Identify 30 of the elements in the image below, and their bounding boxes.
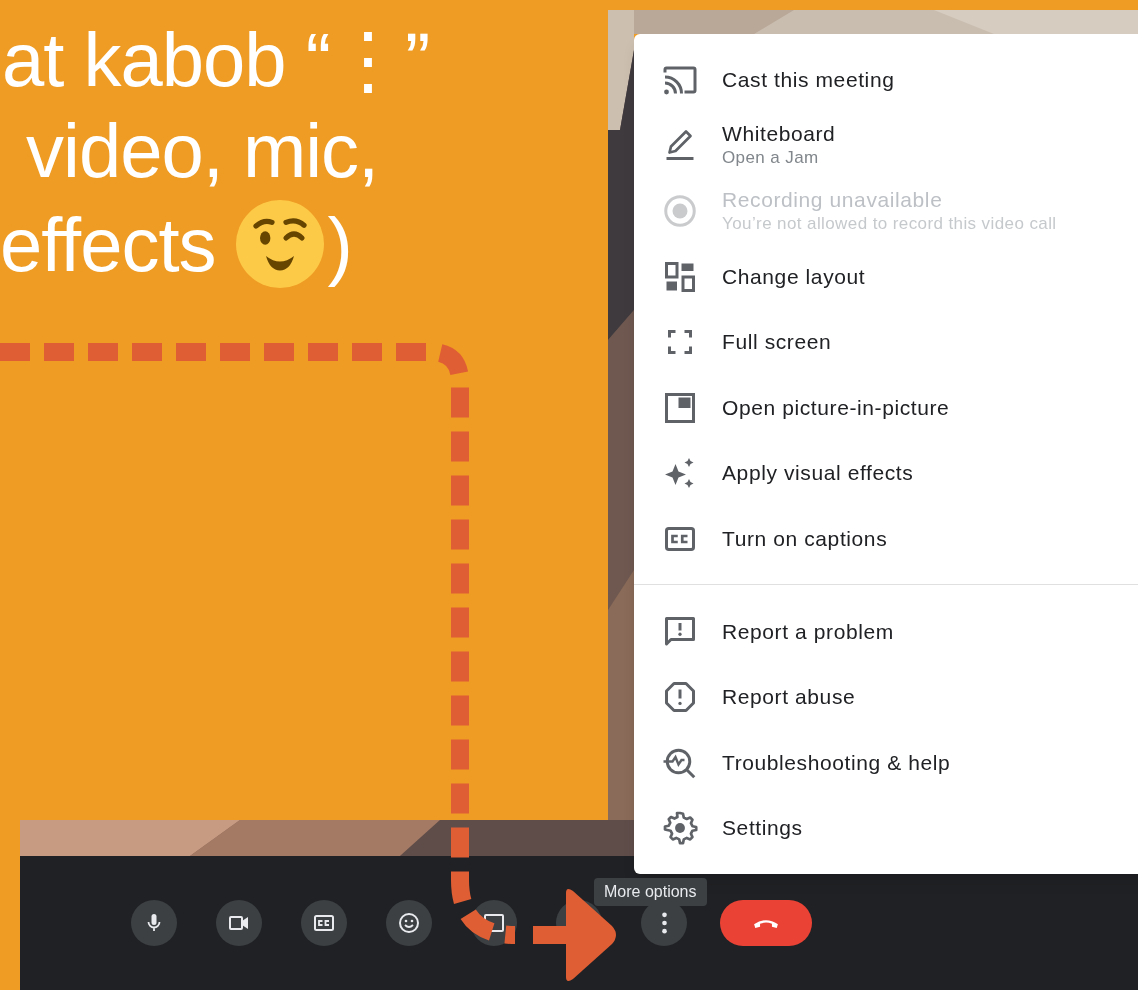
tooltip: More options xyxy=(594,878,707,906)
menu-item[interactable]: Troubleshooting & help xyxy=(722,749,951,776)
menu-item-description: You’re not allowed to record this video call xyxy=(722,213,1057,235)
more-options-icon xyxy=(660,911,668,935)
menu-item[interactable]: Settings xyxy=(722,815,803,842)
settings-icon xyxy=(662,810,698,847)
captions-button[interactable] xyxy=(301,900,347,946)
microphone-button[interactable] xyxy=(131,900,177,946)
menu-item[interactable]: Whiteboard xyxy=(722,121,836,148)
menu-item[interactable]: Apply visual effects xyxy=(722,460,914,487)
heading-text: video, mic, xyxy=(26,107,379,195)
menu-item[interactable]: Report abuse xyxy=(722,684,856,711)
heading-text: effects xyxy=(0,200,216,289)
heading-text: ) xyxy=(327,200,352,289)
menu-item[interactable]: Change layout xyxy=(722,263,866,290)
menu-item[interactable]: Open picture-in-picture xyxy=(722,394,950,421)
menu-item-description: Open a Jam xyxy=(722,147,820,170)
smiley-icon xyxy=(397,911,421,935)
menu-item[interactable]: Full screen xyxy=(722,329,832,356)
heading-text: at kabob “⋮” xyxy=(2,16,430,104)
menu-item[interactable]: Cast this meeting xyxy=(722,66,895,93)
present-screen-icon xyxy=(482,911,506,935)
record-icon xyxy=(662,193,698,229)
video-camera-button[interactable] xyxy=(216,900,262,946)
menu-item[interactable]: Turn on captions xyxy=(722,525,888,552)
end-call-button[interactable] xyxy=(720,900,812,946)
phone-icon xyxy=(752,918,780,928)
menu-item[interactable]: Report a problem xyxy=(722,618,894,645)
menu-item: Recording unavailable xyxy=(722,187,944,213)
smiley-button[interactable] xyxy=(386,900,432,946)
